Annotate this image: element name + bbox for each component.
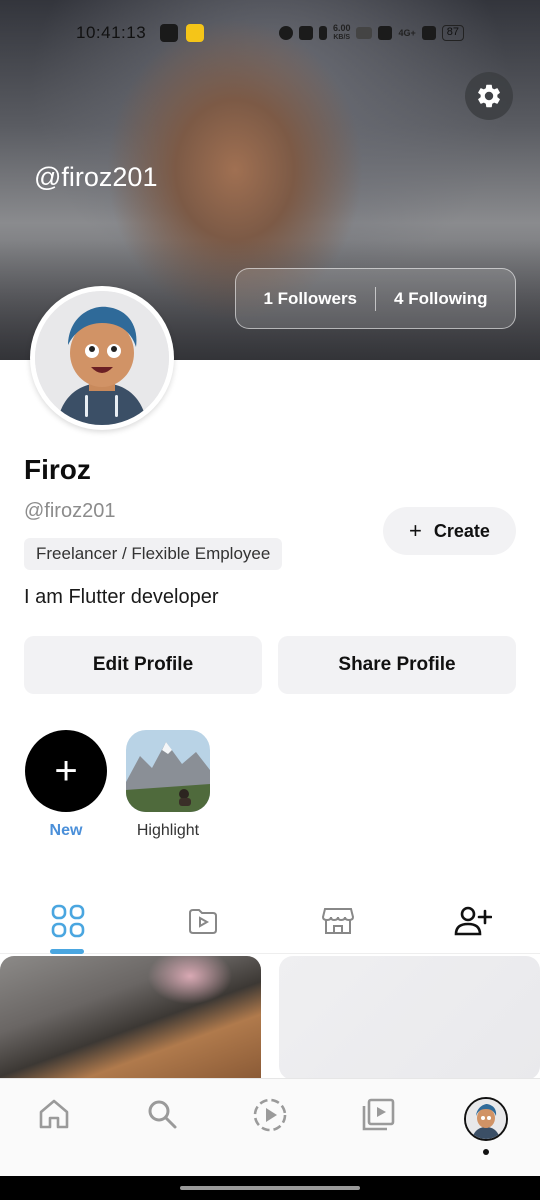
avatar-illustration bbox=[35, 291, 169, 425]
highlight-label: Highlight bbox=[136, 822, 200, 839]
status-time: 10:41:13 bbox=[76, 23, 147, 42]
followers-count[interactable]: 1 Followers bbox=[263, 289, 357, 309]
store-icon bbox=[321, 907, 354, 934]
nav-reels[interactable] bbox=[216, 1097, 324, 1133]
status-indicators: 6.00 KB/S 4G+ 87 bbox=[278, 23, 464, 42]
app-notification-icon bbox=[160, 24, 179, 42]
edit-profile-button[interactable]: Edit Profile bbox=[24, 636, 262, 694]
nav-search[interactable] bbox=[108, 1097, 216, 1131]
network-type: 4G+ bbox=[398, 27, 416, 38]
video-play-icon bbox=[188, 908, 217, 934]
post-thumbnail[interactable] bbox=[279, 956, 540, 1080]
gear-icon bbox=[478, 84, 500, 108]
system-nav-bar bbox=[0, 1176, 540, 1200]
nav-videos[interactable] bbox=[324, 1097, 432, 1133]
signal-icon-2 bbox=[421, 26, 436, 40]
following-count[interactable]: 4 Following bbox=[394, 289, 488, 309]
profile-avatar-icon bbox=[464, 1097, 508, 1141]
plus-icon: + bbox=[25, 730, 107, 812]
highlight-new[interactable]: + New bbox=[24, 730, 108, 840]
follow-stats: 1 Followers 4 Following bbox=[235, 268, 516, 329]
video-library-icon bbox=[362, 1098, 395, 1131]
vibrate-icon bbox=[298, 26, 313, 40]
signal-icon bbox=[378, 26, 393, 40]
status-bar: 10:41:13 6.00 KB/S 4G+ 87 bbox=[0, 0, 540, 66]
profile-bio: I am Flutter developer bbox=[24, 586, 219, 608]
tab-posts[interactable] bbox=[0, 888, 135, 954]
content-tabs bbox=[0, 888, 540, 954]
volte-icon bbox=[356, 27, 373, 39]
search-icon bbox=[148, 1100, 177, 1129]
settings-button[interactable] bbox=[465, 72, 513, 120]
follow-divider bbox=[375, 286, 377, 311]
highlight-item[interactable]: Highlight bbox=[126, 730, 210, 840]
reels-icon bbox=[253, 1098, 287, 1132]
mountain-image bbox=[126, 730, 210, 812]
tab-add-user[interactable] bbox=[405, 888, 540, 953]
nav-home[interactable] bbox=[0, 1097, 108, 1131]
post-thumbnail[interactable] bbox=[0, 956, 261, 1080]
profile-avatar[interactable] bbox=[30, 286, 174, 430]
highlights-row: + New Highlight bbox=[24, 730, 210, 840]
tab-videos[interactable] bbox=[135, 888, 270, 953]
create-label: Create bbox=[433, 520, 490, 541]
tab-store[interactable] bbox=[270, 888, 405, 953]
net-speed: 6.00 KB/S bbox=[332, 23, 351, 42]
grid-icon bbox=[51, 904, 84, 937]
add-user-icon bbox=[454, 906, 492, 935]
battery-indicator: 87 bbox=[441, 25, 464, 41]
posts-grid bbox=[0, 956, 540, 1080]
create-button[interactable]: + Create bbox=[383, 507, 516, 555]
profile-name: Firoz bbox=[24, 454, 91, 485]
bluetooth-icon bbox=[318, 26, 327, 40]
highlight-label: New bbox=[49, 822, 83, 839]
profile-handle: @firoz201 bbox=[24, 500, 116, 522]
home-gesture-handle[interactable] bbox=[180, 1186, 360, 1190]
nav-profile[interactable] bbox=[432, 1097, 540, 1155]
active-indicator bbox=[483, 1149, 489, 1155]
profile-tag: Freelancer / Flexible Employee bbox=[24, 538, 283, 570]
flipkart-notification-icon bbox=[186, 24, 205, 42]
bottom-navigation bbox=[0, 1078, 540, 1176]
profile-actions: Edit Profile Share Profile bbox=[24, 636, 516, 694]
alarm-icon bbox=[278, 26, 293, 40]
plus-icon: + bbox=[409, 518, 422, 543]
cover-username: @firoz201 bbox=[34, 162, 158, 192]
share-profile-button[interactable]: Share Profile bbox=[278, 636, 516, 694]
home-icon bbox=[39, 1099, 69, 1129]
